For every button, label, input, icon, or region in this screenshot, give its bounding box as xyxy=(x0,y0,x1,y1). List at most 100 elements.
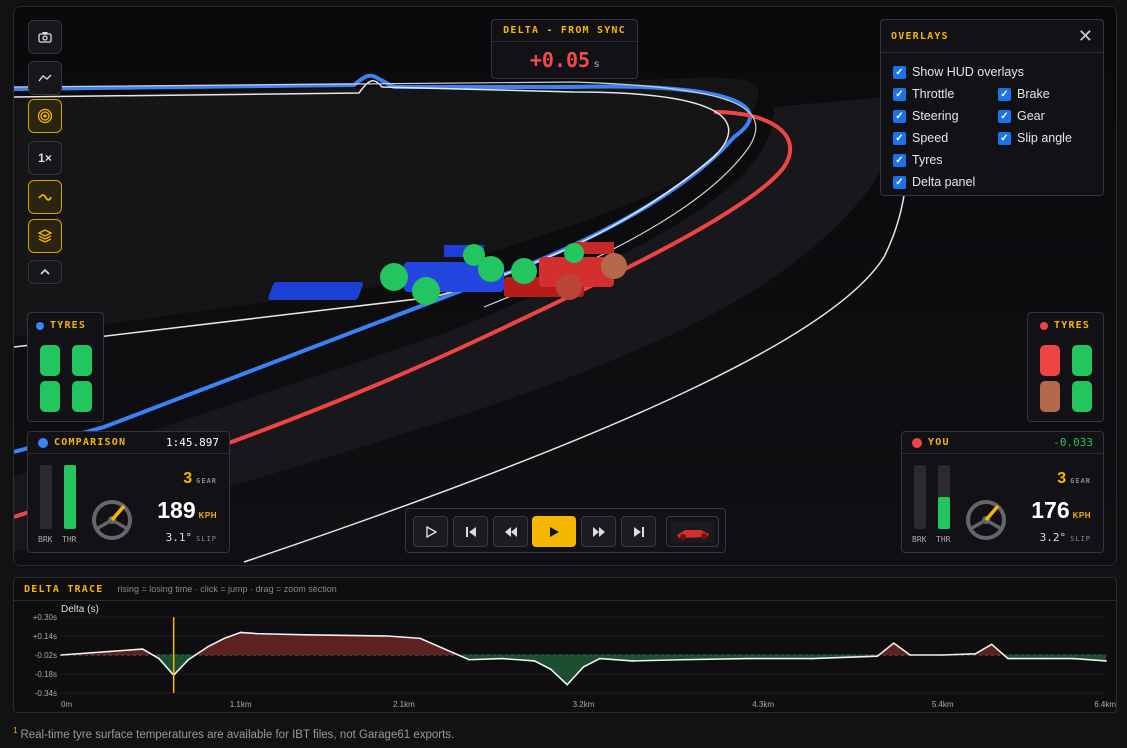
checkbox-icon[interactable]: ✓ xyxy=(893,87,906,101)
chevron-up-button[interactable] xyxy=(28,260,62,284)
checkbox-icon[interactable]: ✓ xyxy=(998,87,1011,101)
fast-forward-button[interactable] xyxy=(581,516,616,547)
slip-value: 3.1° xyxy=(165,531,193,544)
you-dot xyxy=(912,437,922,448)
checkbox-icon[interactable]: ✓ xyxy=(893,131,906,145)
delta-point xyxy=(566,683,568,686)
speed-multiplier-label: 1× xyxy=(38,151,52,165)
delta-point xyxy=(599,657,601,660)
comparison-header-value: 1:45.897 xyxy=(166,436,219,449)
tyres-right-panel: TYRES xyxy=(1027,312,1104,422)
path-button[interactable] xyxy=(28,180,62,214)
delta-point xyxy=(680,658,683,661)
speed-value: 189 xyxy=(157,497,196,523)
delta-point xyxy=(533,660,536,662)
footnote: 1 Real-time tyre surface temperatures are… xyxy=(13,726,455,741)
delta-trace-title: DELTA TRACE xyxy=(24,583,104,595)
overlay-option-label: Steering xyxy=(912,109,959,123)
overlay-option-show-hud-overlays[interactable]: ✓ Show HUD overlays xyxy=(893,65,1024,79)
y-tick-label: +0.14s xyxy=(33,632,57,641)
camera-button[interactable] xyxy=(28,20,62,54)
overlay-option-brake[interactable]: ✓ Brake xyxy=(998,87,1050,101)
comparison-dot xyxy=(38,437,48,448)
overlay-option-label: Delta panel xyxy=(912,175,976,189)
skip-start-icon xyxy=(465,526,476,537)
3d-viewport[interactable]: 1× DELTA - FROM SYNC +0.05 s OVERLAYS ✕ ✓… xyxy=(13,6,1117,566)
slip-label: SLIP xyxy=(196,535,217,543)
y-tick-label: -0.34s xyxy=(35,689,57,698)
footnote-text: Real-time tyre surface temperatures are … xyxy=(20,728,455,741)
x-tick-label: 6.4km xyxy=(1094,700,1116,709)
layers-icon xyxy=(37,228,53,244)
delta-panel: DELTA - FROM SYNC +0.05 s xyxy=(491,19,638,79)
overlay-option-label: Show HUD overlays xyxy=(912,65,1024,79)
y-tick-label: -0.02s xyxy=(35,651,57,660)
overlay-option-label: Throttle xyxy=(912,87,955,101)
checkbox-icon[interactable]: ✓ xyxy=(998,131,1011,145)
overlay-option-throttle[interactable]: ✓ Throttle xyxy=(893,87,954,101)
gaining-time-area xyxy=(61,655,1106,685)
skip-end-icon xyxy=(633,526,644,537)
overlay-option-steering[interactable]: ✓ Steering xyxy=(893,109,959,123)
delta-trace-chart[interactable]: +0.30s +0.14s -0.02s -0.18s -0.34s Delta (s) 0… xyxy=(14,601,1118,713)
delta-point xyxy=(187,658,190,661)
layers-button[interactable] xyxy=(28,219,62,253)
trace-line-button[interactable] xyxy=(28,61,62,95)
x-tick-label: 1.1km xyxy=(230,700,252,709)
comparison-dot xyxy=(36,321,44,330)
tyre-rl xyxy=(1040,381,1060,412)
overlay-option-tyres[interactable]: ✓ Tyres xyxy=(893,153,943,167)
delta-trace-panel[interactable]: DELTA TRACE rising = losing time · click… xyxy=(13,577,1117,713)
overlay-option-speed[interactable]: ✓ Speed xyxy=(893,131,948,145)
delta-point xyxy=(305,634,307,636)
x-tick-label: 3.2km xyxy=(573,700,595,709)
delta-point xyxy=(223,637,226,640)
checkbox-icon[interactable]: ✓ xyxy=(893,65,906,79)
gear-label: GEAR xyxy=(1070,477,1091,485)
delta-point xyxy=(550,668,552,671)
playback-controls xyxy=(405,508,726,553)
delta-point xyxy=(1007,657,1009,660)
skip-to-end-button[interactable] xyxy=(621,516,656,547)
delta-unit: s xyxy=(594,59,600,70)
delta-point xyxy=(631,660,634,662)
overlays-title: OVERLAYS xyxy=(891,30,949,42)
delta-point xyxy=(158,657,160,660)
overlay-option-gear[interactable]: ✓ Gear xyxy=(998,109,1045,123)
play-forward-button[interactable] xyxy=(413,516,448,547)
checkbox-icon[interactable]: ✓ xyxy=(893,175,906,189)
overlay-option-delta-panel[interactable]: ✓ Delta panel xyxy=(893,175,975,189)
overlay-option-slip-angle[interactable]: ✓ Slip angle xyxy=(998,131,1072,145)
overlay-option-label: Brake xyxy=(1017,87,1050,101)
play-outline-icon xyxy=(425,525,437,538)
x-tick-label: 5.4km xyxy=(932,700,954,709)
speed-unit: KPH xyxy=(1072,511,1091,520)
speed-multiplier-button[interactable]: 1× xyxy=(28,141,62,175)
tyre-fr xyxy=(72,345,92,376)
checkbox-icon[interactable]: ✓ xyxy=(893,153,906,167)
checkbox-icon[interactable]: ✓ xyxy=(998,109,1011,123)
delta-point xyxy=(745,657,748,660)
delta-trace-hint: rising = losing time · click = jump · dr… xyxy=(117,584,337,594)
x-tick-label: 2.1km xyxy=(393,700,415,709)
gear-label: GEAR xyxy=(196,477,217,485)
comparison-title: COMPARISON xyxy=(54,437,127,448)
play-button[interactable] xyxy=(532,516,576,547)
delta-point xyxy=(141,648,144,650)
gear-value: 3 xyxy=(1057,470,1067,487)
y-axis-label: Delta (s) xyxy=(61,604,99,615)
target-button[interactable] xyxy=(28,99,62,133)
checkbox-icon[interactable]: ✓ xyxy=(893,109,906,123)
delta-point xyxy=(60,654,62,656)
car-thumbnail-icon xyxy=(670,520,715,543)
overlay-option-label: Speed xyxy=(912,131,949,145)
car-camera-button[interactable] xyxy=(666,516,719,547)
skip-to-start-button[interactable] xyxy=(453,516,488,547)
close-icon[interactable]: ✕ xyxy=(1078,27,1093,45)
tyre-rr xyxy=(1072,381,1092,412)
rewind-button[interactable] xyxy=(493,516,528,547)
delta-point xyxy=(207,645,209,648)
overlays-panel: OVERLAYS ✕ ✓ Show HUD overlays ✓ Throttle ✓ B… xyxy=(880,19,1104,196)
y-tick-label: +0.30s xyxy=(33,613,57,622)
you-title: YOU xyxy=(928,437,950,448)
